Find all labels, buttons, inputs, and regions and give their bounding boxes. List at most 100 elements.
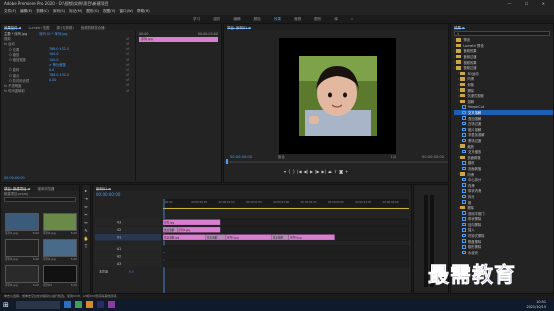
menu-item[interactable]: 视图(V): [103, 9, 115, 14]
project-item[interactable]: 序列4.jpg 5:00: [43, 239, 77, 263]
expand-icon[interactable]: ›: [454, 38, 455, 42]
property-value[interactable]: 100.0: [49, 52, 58, 56]
workspace-tab[interactable]: 编辑: [233, 17, 240, 22]
program-timecode[interactable]: 00:00:00:00: [230, 155, 252, 160]
menu-item[interactable]: 剪辑(C): [36, 9, 49, 14]
step-back-icon[interactable]: ◀|: [304, 169, 308, 174]
expand-icon[interactable]: ›: [458, 71, 459, 75]
property-value[interactable]: 0.00: [49, 78, 56, 82]
expand-icon[interactable]: ›: [458, 94, 459, 98]
add-button-icon[interactable]: +: [345, 169, 348, 174]
master-value[interactable]: 0.0: [129, 270, 134, 274]
project-item[interactable]: 序列3.jpg 5:00: [5, 239, 39, 263]
expand-icon[interactable]: ›: [454, 49, 455, 53]
effect-property-row[interactable]: fx 时间重映射 ↺: [1, 88, 133, 94]
property-value[interactable]: 100.0: [49, 58, 58, 62]
property-value[interactable]: ✔ 等比缩放: [49, 62, 66, 67]
app-icon[interactable]: [108, 301, 115, 308]
export-frame-icon[interactable]: ◙: [339, 169, 343, 174]
lift-icon[interactable]: ⏏: [328, 169, 332, 174]
tab-sequence[interactable]: 序列01 ≡: [96, 186, 112, 191]
reset-icon[interactable]: ↺: [126, 68, 129, 72]
property-value[interactable]: 768.0 432.0: [49, 73, 69, 77]
menu-item[interactable]: 标记(M): [69, 9, 82, 14]
type-tool-icon[interactable]: T: [85, 244, 87, 249]
menu-item[interactable]: 帮助(H): [137, 9, 150, 14]
effect-controls-tab[interactable]: 音频剪辑混合器:: [81, 25, 106, 30]
playhead-icon[interactable]: [226, 159, 228, 164]
play-icon[interactable]: ▶: [310, 169, 313, 174]
tab-program[interactable]: 节目: 序列01 ≡: [227, 25, 252, 30]
expand-icon[interactable]: ›: [454, 43, 455, 47]
property-value[interactable]: 768.0 432.0: [49, 47, 69, 51]
work-area-bar[interactable]: [163, 208, 409, 209]
zoom-select[interactable]: 1/2: [391, 155, 397, 160]
track-lane[interactable]: [162, 245, 410, 253]
folder-icon[interactable]: [86, 301, 93, 308]
reset-icon[interactable]: ↺: [126, 52, 129, 56]
step-forward-icon[interactable]: |▶: [315, 169, 319, 174]
out-point-icon[interactable]: }: [293, 169, 296, 174]
expand-icon[interactable]: ›: [454, 66, 455, 70]
reset-icon[interactable]: ↺: [126, 37, 129, 41]
workspace-tab[interactable]: 效果: [274, 17, 281, 22]
razor-icon[interactable]: ✂: [84, 212, 87, 217]
taskbar-search-input[interactable]: [16, 301, 60, 309]
expand-icon[interactable]: ›: [454, 60, 455, 64]
menu-item[interactable]: 编辑(E): [20, 9, 32, 14]
clock[interactable]: 10:51 2021/10/15: [526, 300, 546, 309]
selection-tool-icon[interactable]: ▸: [85, 188, 87, 193]
menu-item[interactable]: 窗口(W): [119, 9, 133, 14]
workspace-tab[interactable]: »: [351, 17, 353, 21]
pen-tool-icon[interactable]: ✎: [84, 228, 87, 233]
track-header[interactable]: [95, 253, 161, 260]
track-lane[interactable]: [162, 252, 410, 260]
timeline-timecode[interactable]: 00:00:00:00: [96, 192, 120, 197]
expand-icon[interactable]: ›: [458, 77, 459, 81]
property-value[interactable]: 0.0: [49, 68, 54, 72]
menu-item[interactable]: 文件(F): [4, 9, 16, 14]
expand-icon[interactable]: ›: [458, 83, 459, 87]
reset-icon[interactable]: ↺: [126, 42, 129, 46]
workspace-tab[interactable]: 库: [334, 17, 338, 22]
effects-search-input[interactable]: ⚲: [454, 31, 550, 36]
expand-icon[interactable]: ›: [458, 155, 459, 159]
track-header[interactable]: [95, 245, 161, 253]
fit-select[interactable]: 适合: [278, 155, 285, 160]
workspace-tab[interactable]: 颜色: [254, 17, 261, 22]
timeline-tracks-area[interactable]: :00:00 00:00:00:05 00:00:01:00 00:00:01:05 0…: [93, 199, 411, 293]
effect-controls-tab[interactable]: Lumetri 范围: [28, 25, 49, 30]
project-tab[interactable]: 项目: 新建项目 ≡: [4, 186, 31, 191]
extract-icon[interactable]: ⇪: [334, 169, 337, 174]
mini-timeline-clip[interactable]: 序列.jpg: [139, 37, 218, 42]
expand-icon[interactable]: ›: [458, 206, 459, 210]
project-search-input[interactable]: [4, 197, 76, 203]
reset-icon[interactable]: ↺: [126, 63, 129, 67]
project-tab[interactable]: 媒体浏览器: [37, 186, 54, 191]
track-header[interactable]: [95, 226, 161, 234]
expand-icon[interactable]: ›: [458, 88, 459, 92]
workspace-tab[interactable]: 学习: [193, 17, 200, 22]
project-item[interactable]: 序列5.jpg 5:00: [5, 265, 39, 289]
program-scrubber[interactable]: [224, 159, 448, 164]
start-icon[interactable]: ⊞: [3, 301, 9, 309]
reset-icon[interactable]: ↺: [126, 58, 129, 62]
workspace-tab[interactable]: 组件: [213, 17, 220, 22]
in-point-icon[interactable]: {: [288, 169, 291, 174]
hand-tool-icon[interactable]: ✋: [84, 236, 89, 241]
reset-icon[interactable]: ↺: [126, 83, 129, 87]
menu-item[interactable]: 图形(G): [86, 9, 99, 14]
expand-icon[interactable]: ›: [458, 99, 459, 103]
project-item[interactable]: 序列2.jpg 5:00: [43, 213, 77, 237]
project-item[interactable]: 序列01 5:00: [43, 265, 77, 289]
expand-icon[interactable]: ›: [458, 172, 459, 176]
reset-icon[interactable]: ↺: [126, 73, 129, 77]
slip-tool-icon[interactable]: ↔: [84, 220, 87, 225]
ripple-edit-icon[interactable]: ⇔: [84, 204, 87, 209]
expand-icon[interactable]: ›: [454, 55, 455, 59]
expand-icon[interactable]: ›: [458, 144, 459, 148]
effect-controls-tab[interactable]: 效果控件 ≡: [4, 25, 22, 30]
browser-icon[interactable]: [75, 301, 82, 308]
go-to-in-icon[interactable]: |◀: [297, 169, 301, 174]
reset-icon[interactable]: ↺: [126, 47, 129, 51]
